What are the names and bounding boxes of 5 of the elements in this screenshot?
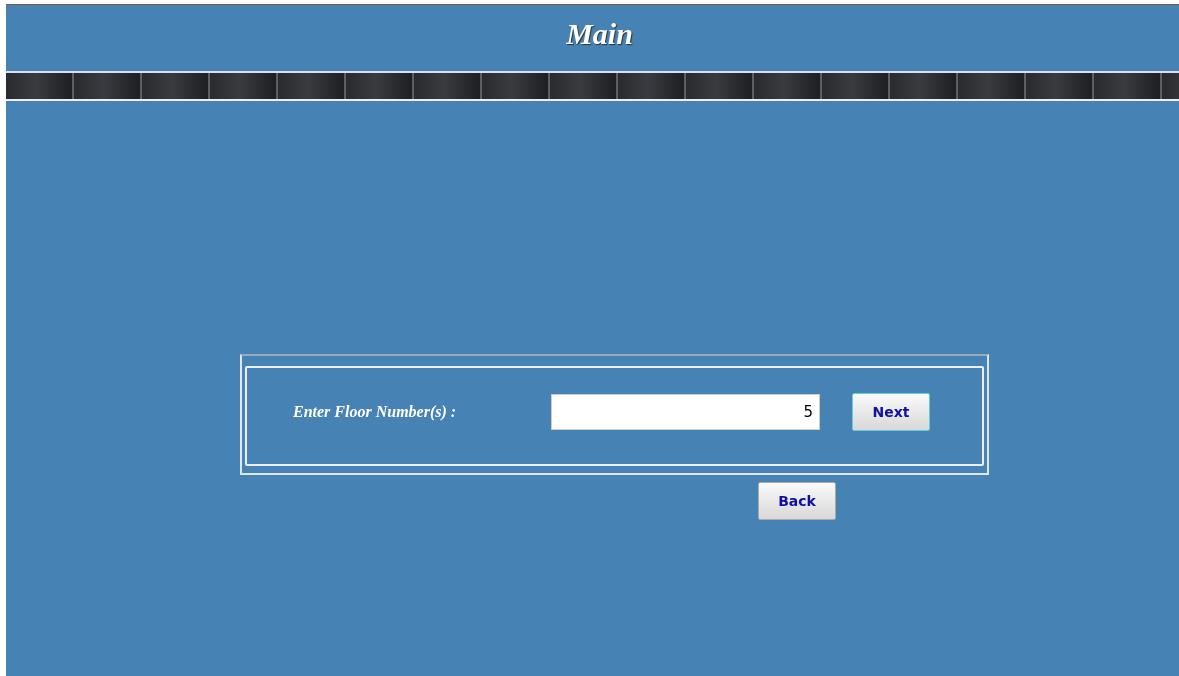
page-title: Main bbox=[566, 17, 633, 51]
back-button[interactable]: Back bbox=[758, 482, 836, 520]
next-button[interactable]: Next bbox=[852, 393, 930, 431]
floor-number-field[interactable]: 5 bbox=[551, 394, 820, 430]
field-label: Enter Floor Number(s) : bbox=[293, 403, 458, 421]
